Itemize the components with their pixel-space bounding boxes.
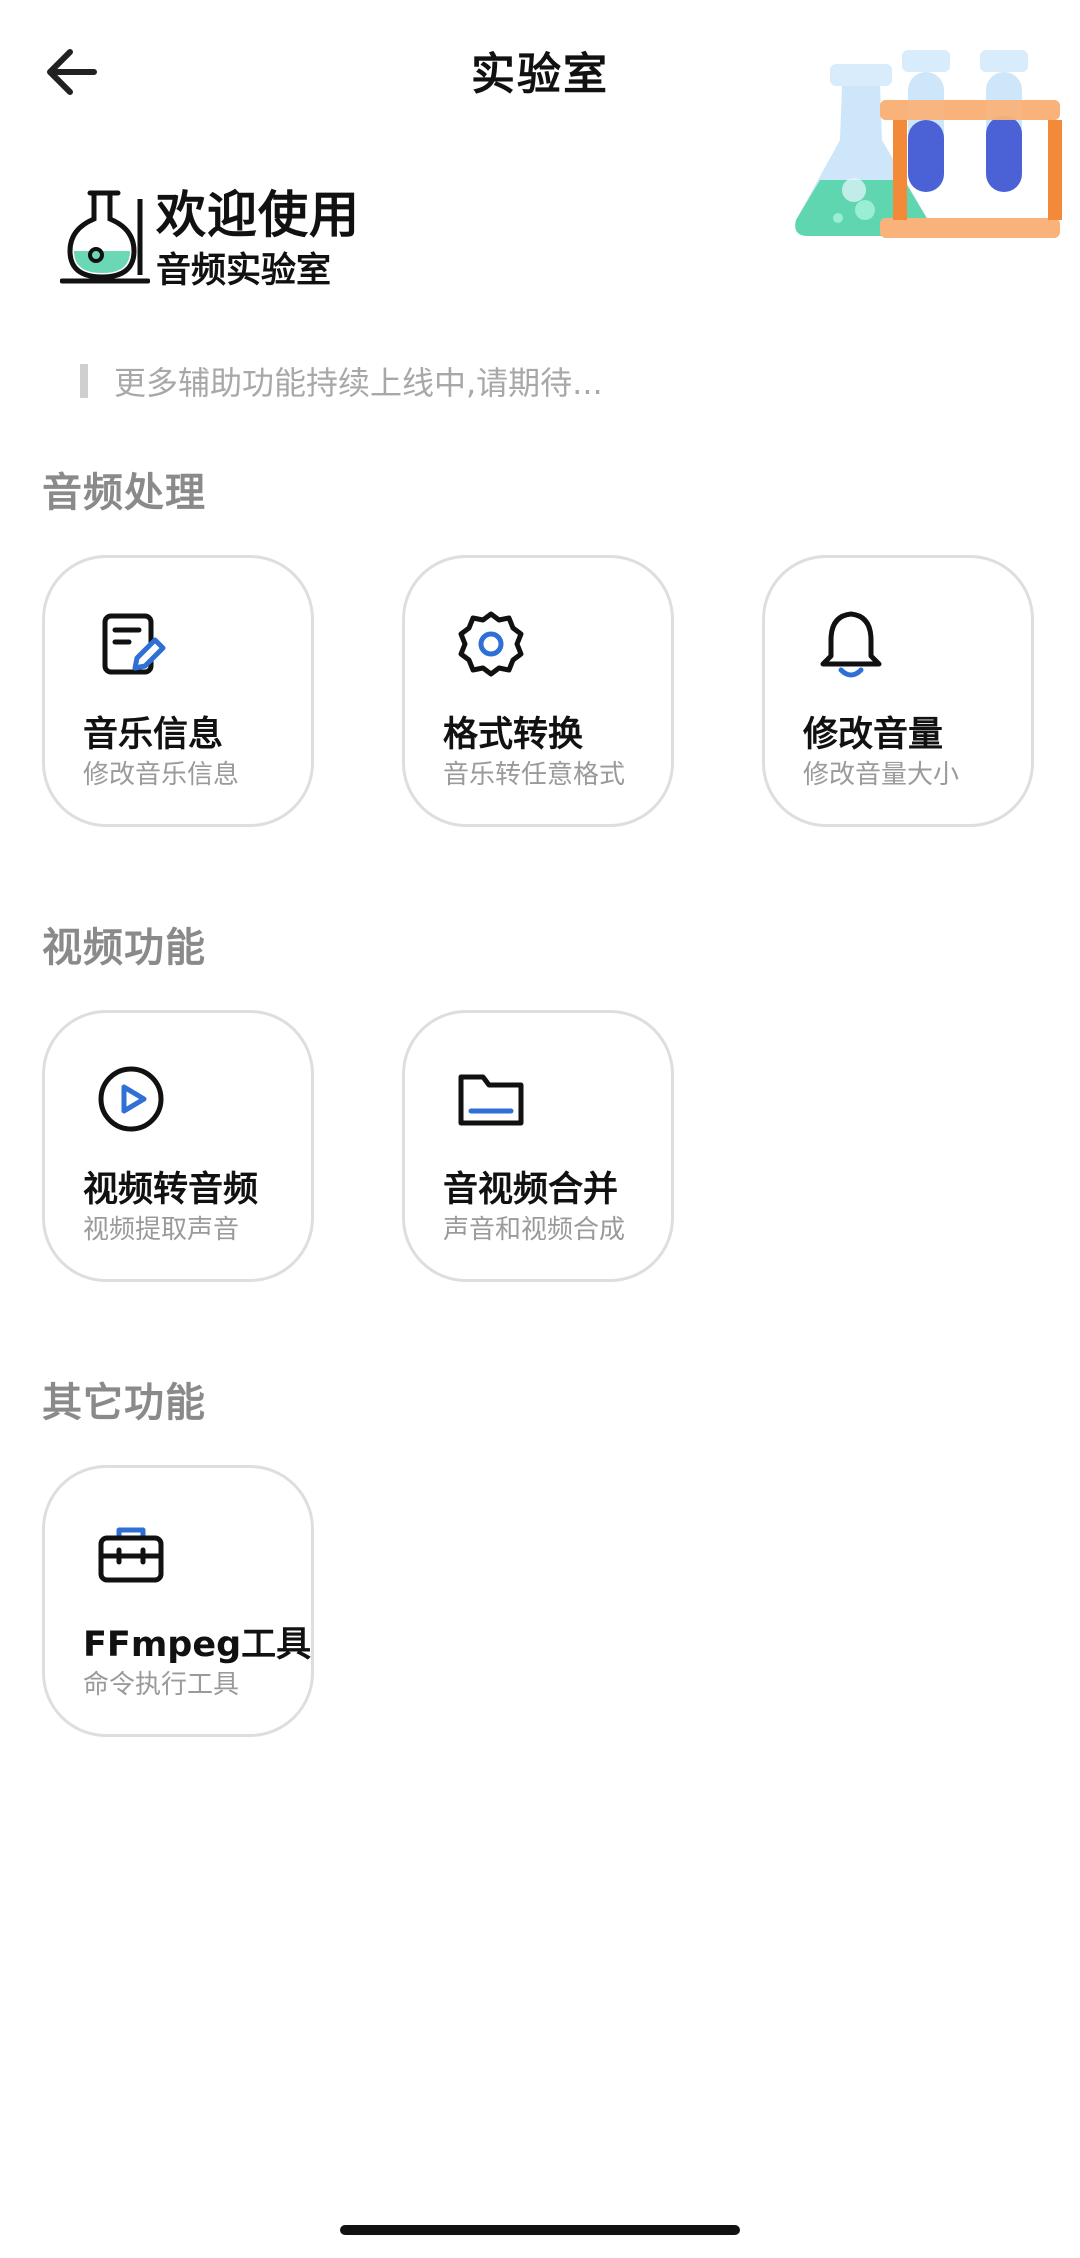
card-description: 视频提取声音 — [83, 1215, 240, 1245]
card-description: 修改音乐信息 — [83, 760, 240, 790]
toolbox-icon — [98, 1527, 164, 1583]
flask-icon — [60, 190, 150, 284]
card-title: 视频转音频 — [83, 1170, 259, 1210]
section-title-other: 其它功能 — [42, 1380, 206, 1426]
lab-glassware-illustration — [795, 50, 1062, 238]
card-video-to-audio[interactable]: 视频转音频 视频提取声音 — [42, 1010, 314, 1282]
welcome-title: 欢迎使用 — [156, 186, 360, 244]
bell-icon — [820, 611, 882, 678]
card-ffmpeg-tool[interactable]: FFmpeg工具 命令执行工具 — [42, 1465, 314, 1737]
section-title-video: 视频功能 — [42, 925, 206, 971]
welcome-subtitle: 音频实验室 — [156, 251, 332, 291]
welcome-banner: 欢迎使用 音频实验室 — [60, 185, 360, 295]
card-description: 命令执行工具 — [83, 1670, 240, 1700]
play-circle-icon — [98, 1066, 164, 1132]
lab-screen: 实验室 欢迎使用 音频实验室 更多辅助功能持续上线中,请期待... 音频处理 音… — [0, 0, 1080, 2258]
card-title: 格式转换 — [443, 715, 584, 755]
card-description: 修改音量大小 — [803, 760, 960, 790]
card-title: 音乐信息 — [83, 715, 224, 755]
card-music-info[interactable]: 音乐信息 修改音乐信息 — [42, 555, 314, 827]
section-title-audio: 音频处理 — [42, 470, 206, 516]
gear-icon — [458, 611, 524, 677]
notice-text: 更多辅助功能持续上线中,请期待... — [114, 364, 603, 402]
notice-banner: 更多辅助功能持续上线中,请期待... — [80, 363, 603, 402]
card-title: 修改音量 — [803, 715, 944, 755]
card-description: 音乐转任意格式 — [443, 760, 626, 790]
card-description: 声音和视频合成 — [443, 1215, 626, 1245]
folder-icon — [458, 1074, 524, 1126]
home-indicator[interactable] — [340, 2225, 740, 2235]
card-av-merge[interactable]: 音视频合并 声音和视频合成 — [402, 1010, 674, 1282]
card-format-convert[interactable]: 格式转换 音乐转任意格式 — [402, 555, 674, 827]
edit-document-icon — [102, 613, 166, 675]
notice-accent-bar — [80, 364, 88, 398]
card-title: 音视频合并 — [443, 1170, 619, 1210]
card-title: FFmpeg工具 — [83, 1625, 312, 1665]
card-volume[interactable]: 修改音量 修改音量大小 — [762, 555, 1034, 827]
